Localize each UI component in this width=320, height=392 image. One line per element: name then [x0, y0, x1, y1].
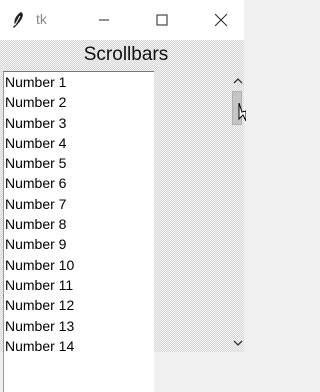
title-bar: tk: [0, 0, 244, 40]
list-item[interactable]: Number 2: [4, 92, 154, 112]
mouse-cursor-icon: [238, 102, 247, 123]
maximize-icon: [156, 14, 168, 26]
list-item[interactable]: Number 12: [4, 295, 154, 315]
page-title: Scrollbars: [83, 44, 169, 65]
list-item[interactable]: Number 14: [4, 336, 154, 356]
minimize-button[interactable]: [84, 0, 124, 40]
close-button[interactable]: [201, 0, 241, 40]
window-title: tk: [36, 11, 47, 27]
list-item[interactable]: Number 7: [4, 194, 154, 214]
list-item[interactable]: Number 5: [4, 153, 154, 173]
scroll-up-button[interactable]: [231, 74, 245, 88]
list-item[interactable]: Number 10: [4, 255, 154, 275]
scroll-down-button[interactable]: [231, 336, 245, 350]
chevron-up-icon: [233, 78, 243, 84]
list-item[interactable]: Number 3: [4, 113, 154, 133]
list-item[interactable]: Number 9: [4, 234, 154, 254]
list-item[interactable]: Number 13: [4, 316, 154, 336]
list-item[interactable]: Number 1: [4, 72, 154, 92]
window-content: Scrollbars Number 1 Number 2 Number 3 Nu…: [0, 40, 244, 392]
feather-icon: [8, 10, 28, 30]
list-item[interactable]: Number 6: [4, 173, 154, 193]
list-item[interactable]: Number 4: [4, 133, 154, 153]
number-listbox[interactable]: Number 1 Number 2 Number 3 Number 4 Numb…: [3, 71, 154, 392]
close-icon: [214, 13, 228, 27]
minimize-icon: [99, 19, 109, 21]
list-item[interactable]: Number 8: [4, 214, 154, 234]
chevron-down-icon: [233, 340, 243, 346]
list-item[interactable]: Number 11: [4, 275, 154, 295]
maximize-button[interactable]: [142, 0, 182, 40]
